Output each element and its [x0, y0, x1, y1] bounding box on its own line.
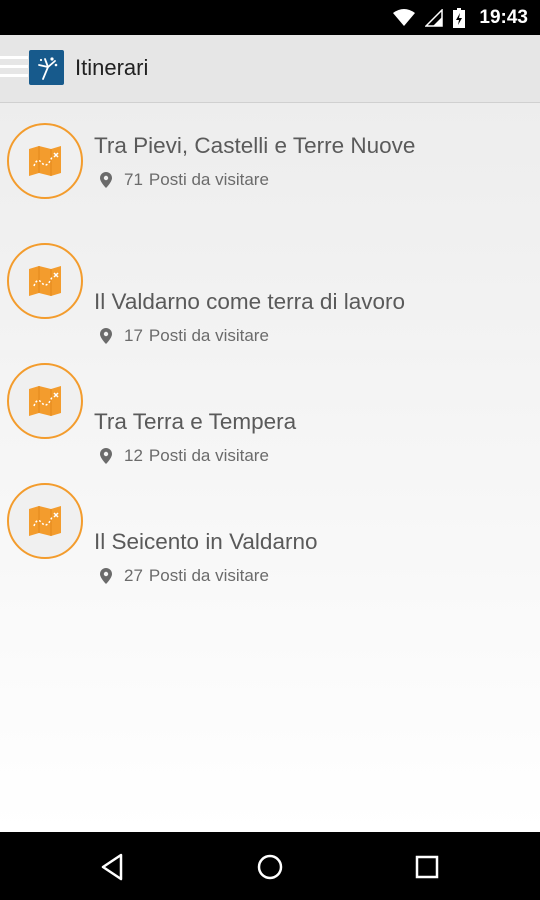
- itinerary-meta: 27 Posti da visitare: [100, 566, 269, 586]
- map-icon: [29, 506, 61, 536]
- places-label: Posti da visitare: [148, 446, 269, 465]
- places-label: Posti da visitare: [148, 170, 269, 189]
- app-logo: [29, 50, 64, 85]
- itinerary-list: Tra Pievi, Castelli e Terre Nuove 71 Pos…: [0, 103, 540, 832]
- app-bar: Itinerari: [0, 35, 540, 103]
- wifi-icon: [393, 8, 416, 26]
- map-badge: [7, 123, 83, 199]
- status-icons: 19:43: [393, 0, 528, 35]
- location-pin-icon: [100, 448, 112, 464]
- battery-charging-icon: [453, 7, 466, 28]
- signal-icon: [425, 8, 444, 27]
- itinerary-title: Il Valdarno come terra di lavoro: [94, 289, 405, 314]
- status-time: 19:43: [479, 6, 528, 28]
- itinerary-title: Tra Pievi, Castelli e Terre Nuove: [94, 133, 416, 158]
- places-count: 71: [124, 170, 143, 189]
- itinerary-title: Il Seicento in Valdarno: [94, 529, 318, 554]
- itinerary-meta: 12 Posti da visitare: [100, 446, 269, 466]
- places-count: 17: [124, 326, 143, 345]
- recents-icon[interactable]: [410, 850, 444, 884]
- navigation-bar: [0, 832, 540, 900]
- map-icon: [29, 266, 61, 296]
- itinerary-meta: 71 Posti da visitare: [100, 170, 269, 190]
- places-label: Posti da visitare: [148, 326, 269, 345]
- map-badge: [7, 363, 83, 439]
- itinerary-title: Tra Terra e Tempera: [94, 409, 297, 434]
- itinerary-meta: 17 Posti da visitare: [100, 326, 269, 346]
- location-pin-icon: [100, 568, 112, 584]
- map-icon: [29, 146, 61, 176]
- map-icon: [29, 386, 61, 416]
- location-pin-icon: [100, 172, 112, 188]
- menu-icon[interactable]: [0, 56, 28, 80]
- location-pin-icon: [100, 328, 112, 344]
- status-bar: 19:43: [0, 0, 540, 35]
- places-count: 27: [124, 566, 143, 585]
- logo-icon: [38, 57, 58, 80]
- page-title: Itinerari: [75, 55, 149, 80]
- map-badge: [7, 483, 83, 559]
- home-icon[interactable]: [253, 850, 287, 884]
- places-label: Posti da visitare: [148, 566, 269, 585]
- back-icon[interactable]: [96, 850, 130, 884]
- places-count: 12: [124, 446, 143, 465]
- map-badge: [7, 243, 83, 319]
